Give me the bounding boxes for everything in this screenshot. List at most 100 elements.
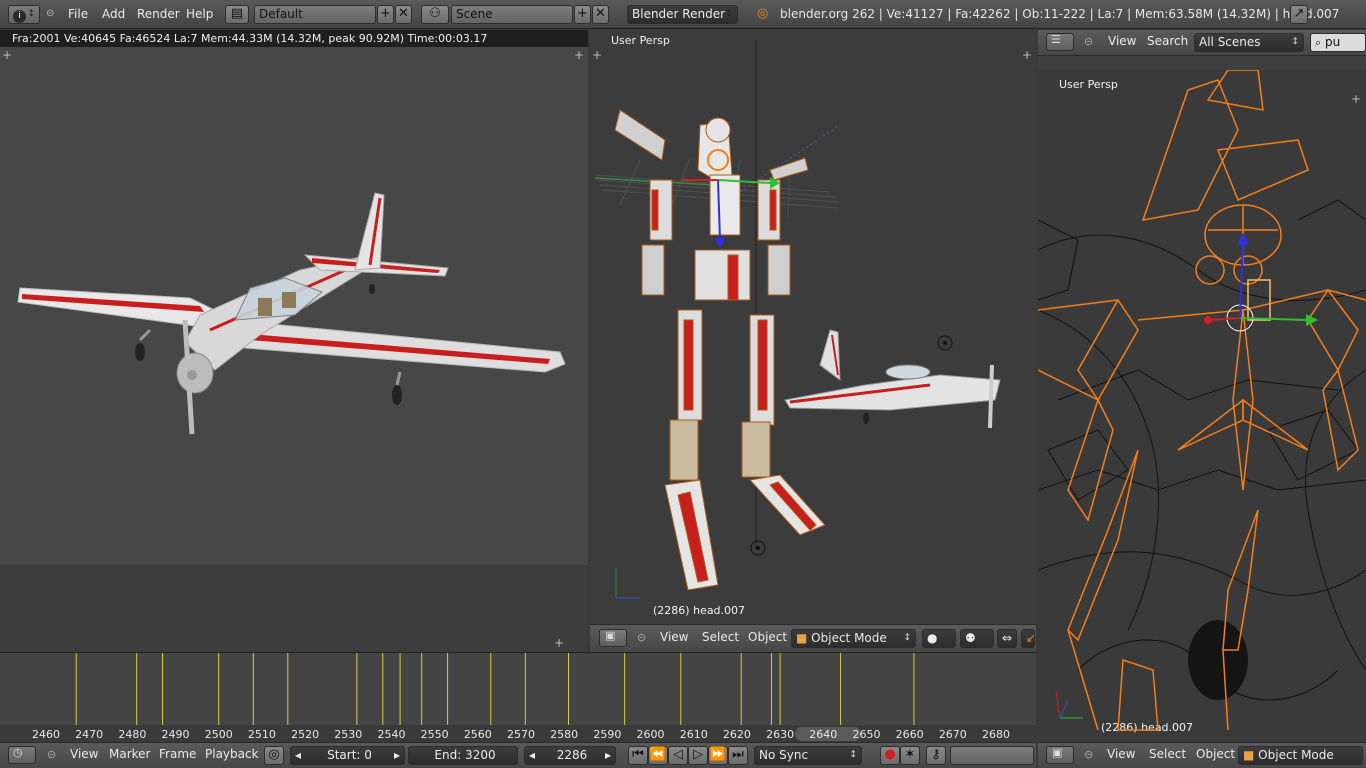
keying-icon[interactable]: ✶: [900, 746, 920, 765]
center-viewport-header: ▣ ⊝ View Select Object ■ Object Mode ↕ ●…: [590, 624, 1036, 652]
menu-view[interactable]: View: [660, 630, 688, 644]
jump-end-icon[interactable]: ⏭: [728, 746, 748, 765]
transform-orientation-button[interactable]: ↙: [1021, 629, 1037, 648]
outliner-header: ☰ ⊝ View Search All Scenes ↕ ⌕ pu: [1038, 30, 1366, 56]
blender-logo-icon: ◎: [757, 6, 769, 21]
render-engine-dropdown[interactable]: Blender Render ↕: [627, 5, 738, 24]
collapse-menu-icon[interactable]: ⊝: [1084, 35, 1093, 48]
scene-filter-dropdown[interactable]: All Scenes ↕: [1194, 33, 1304, 52]
collapse-menu-icon[interactable]: ⊝: [46, 4, 54, 24]
ruler-tick-label: 2480: [118, 728, 146, 741]
info-icon: i: [13, 10, 26, 23]
sync-mode-dropdown[interactable]: No Sync ↕: [754, 746, 862, 765]
right-3d-viewport[interactable]: User Persp + + (2286) head.007: [1038, 70, 1366, 742]
ruler-tick-label: 2530: [334, 728, 362, 741]
mode-label: Object Mode: [1258, 748, 1334, 762]
outliner-icon: ☰: [1051, 33, 1061, 46]
collapse-menu-icon[interactable]: ⊝: [47, 748, 56, 761]
menu-view[interactable]: View: [70, 747, 98, 761]
keying-set-icon[interactable]: ⚷: [926, 746, 946, 765]
remove-layout-button[interactable]: ✕: [395, 5, 412, 24]
menu-select[interactable]: Select: [702, 630, 739, 644]
play-reverse-icon[interactable]: ◁: [668, 746, 688, 765]
menu-view[interactable]: View: [1107, 747, 1135, 761]
menu-object[interactable]: Object: [748, 630, 787, 644]
menu-help[interactable]: Help: [186, 4, 213, 24]
mode-dropdown[interactable]: ■ Object Mode: [1238, 746, 1363, 765]
decrement-icon: ◂: [529, 748, 536, 762]
screen-layout-field[interactable]: Default: [254, 5, 376, 24]
menu-render[interactable]: Render: [137, 4, 180, 24]
scene-filter-label: All Scenes: [1199, 35, 1261, 49]
outliner-search-field[interactable]: ⌕ pu: [1310, 33, 1366, 52]
manipulator-icon: ⇔: [1002, 631, 1013, 645]
end-frame-field[interactable]: End: 3200: [408, 746, 518, 765]
ruler-tick-label: 2470: [75, 728, 103, 741]
menu-add[interactable]: Add: [102, 4, 125, 24]
outliner-list[interactable]: [1038, 56, 1366, 70]
play-icon[interactable]: ▷: [688, 746, 708, 765]
right-viewport-header: ▣ ⊝ View Select Object ■ Object Mode: [1038, 742, 1366, 768]
jump-keyframe-forward-icon[interactable]: ⏩: [708, 746, 728, 765]
collapse-menu-icon[interactable]: ⊝: [637, 631, 646, 644]
record-icon[interactable]: ●: [880, 746, 900, 765]
viewport-shading-dropdown[interactable]: ●: [922, 629, 956, 648]
timeline-ruler[interactable]: 2460 2470 2480 2490 2500 2510 2520 2530 2540 2550…: [0, 725, 1036, 743]
menu-frame[interactable]: Frame: [159, 747, 196, 761]
info-header: i ↕ ⊝ File Add Render Help ▤ Default + ✕…: [0, 0, 1366, 29]
ruler-tick-label: 2500: [205, 728, 233, 741]
remove-scene-button[interactable]: ✕: [592, 5, 609, 24]
cube-icon: ▣: [1052, 746, 1063, 759]
menu-select[interactable]: Select: [1149, 747, 1186, 761]
menu-view[interactable]: View: [1108, 34, 1136, 48]
sync-mode-label: No Sync: [759, 748, 809, 762]
ruler-tick-label: 2660: [896, 728, 924, 741]
menu-playback[interactable]: Playback: [205, 747, 259, 761]
scene-field[interactable]: Scene: [451, 5, 573, 24]
editor-type-3d-icon[interactable]: ▣: [1046, 746, 1074, 764]
ruler-tick-label: 2570: [507, 728, 535, 741]
menu-file[interactable]: File: [68, 4, 88, 24]
ruler-tick-label: 2490: [162, 728, 190, 741]
ruler-tick-label: 2550: [421, 728, 449, 741]
render-result-view[interactable]: Fra:2001 Ve:40645 Fa:46524 La:7 Mem:44.3…: [0, 30, 588, 652]
jump-keyframe-back-icon[interactable]: ⏪: [648, 746, 668, 765]
collapse-menu-icon[interactable]: ⊝: [1084, 748, 1093, 761]
outliner-type-icon[interactable]: ☰: [1046, 33, 1074, 51]
pivot-icon: ⚉: [965, 631, 976, 645]
start-frame-label: Start: 0: [327, 748, 372, 762]
preview-range-icon[interactable]: ◎: [264, 746, 284, 765]
ruler-tick-label: 2600: [637, 728, 665, 741]
ruler-tick-label: 2540: [377, 728, 405, 741]
scene-stats: blender.org 262 | Ve:41127 | Fa:42262 | …: [780, 7, 1340, 21]
mode-dropdown[interactable]: ■ Object Mode ↕: [791, 629, 916, 648]
menu-object[interactable]: Object: [1196, 747, 1235, 761]
menu-search[interactable]: Search: [1147, 34, 1188, 48]
end-frame-label: End: 3200: [434, 748, 496, 762]
jump-start-icon[interactable]: ⏮: [628, 746, 648, 765]
editor-type-selector[interactable]: i ↕: [8, 5, 40, 24]
keying-set-field[interactable]: [950, 746, 1034, 765]
editor-type-3d-icon[interactable]: ▣: [599, 629, 627, 647]
add-scene-button[interactable]: +: [574, 5, 591, 24]
menu-marker[interactable]: Marker: [109, 747, 150, 761]
fullscreen-icon[interactable]: ↗: [1290, 5, 1308, 24]
screen-layout-icon[interactable]: ▤: [225, 5, 249, 24]
ruler-tick-label: 2560: [464, 728, 492, 741]
ruler-tick-label: 2650: [852, 728, 880, 741]
manipulator-toggle[interactable]: ⇔: [997, 629, 1017, 648]
timeline-type-icon[interactable]: ◷: [8, 746, 36, 764]
start-frame-field[interactable]: ◂ Start: 0 ▸: [290, 746, 405, 765]
search-icon: ⌕: [1315, 36, 1322, 49]
current-frame-field[interactable]: ◂ 2286 ▸: [524, 746, 616, 765]
add-layout-button[interactable]: +: [377, 5, 394, 24]
ruler-tick-label: 2610: [680, 728, 708, 741]
center-3d-viewport[interactable]: User Persp + + (2286) head.007: [590, 30, 1036, 624]
timeline-editor[interactable]: 2460 2470 2480 2490 2500 2510 2520 2530 2540 2550…: [0, 652, 1036, 743]
increment-icon: ▸: [604, 748, 611, 762]
ruler-tick-label: 2510: [248, 728, 276, 741]
ruler-tick-label: 2460: [32, 728, 60, 741]
orientation-icon: ↙: [1026, 631, 1037, 645]
pivot-point-dropdown[interactable]: ⚉: [960, 629, 994, 648]
scene-icon[interactable]: ⚇: [421, 5, 449, 24]
